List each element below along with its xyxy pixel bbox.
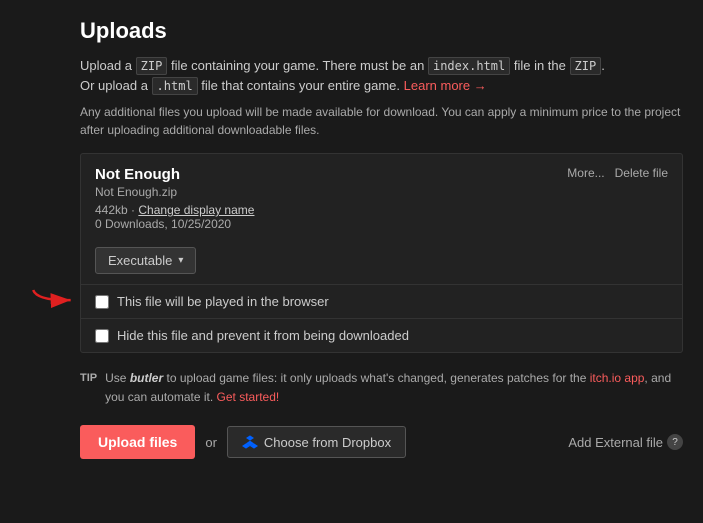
itch-app-link[interactable]: itch.io app (590, 371, 645, 385)
file-meta: 442kb · Change display name 0 Downloads,… (81, 199, 682, 241)
dropbox-label: Choose from Dropbox (264, 435, 391, 450)
desc-line1: Upload a ZIP file containing your game. … (80, 58, 605, 93)
or-text: or (205, 435, 217, 450)
tip-box: TIP Use butler to upload game files: it … (80, 369, 683, 407)
html-code: .html (152, 77, 198, 95)
chevron-down-icon: ▾ (178, 255, 183, 266)
page-title: Uploads (80, 18, 683, 44)
hide-file-row: Hide this file and prevent it from being… (81, 318, 682, 352)
upload-files-button[interactable]: Upload files (80, 425, 195, 459)
get-started-link[interactable]: Get started! (217, 390, 280, 404)
dropbox-button[interactable]: Choose from Dropbox (227, 426, 406, 458)
bottom-bar: Upload files or Choose from Dropbox Add … (80, 425, 683, 459)
file-info: Not Enough Not Enough.zip (95, 166, 180, 199)
zip-code-1: ZIP (136, 57, 168, 75)
tip-text: Use butler to upload game files: it only… (105, 369, 683, 407)
delete-file-link[interactable]: Delete file (615, 166, 668, 180)
additional-info-text: Any additional files you upload will be … (80, 103, 683, 139)
dropbox-icon (242, 434, 258, 450)
index-code: index.html (428, 57, 510, 75)
help-icon[interactable]: ? (667, 434, 683, 450)
browser-play-label: This file will be played in the browser (117, 294, 329, 309)
learn-more-link[interactable]: Learn more → (404, 78, 487, 93)
file-type-row: Executable ▾ (81, 241, 682, 284)
browser-play-row: This file will be played in the browser (81, 284, 682, 318)
butler-text: butler (130, 371, 163, 385)
file-action-links: More... Delete file (567, 166, 668, 180)
file-header: Not Enough Not Enough.zip More... Delete… (81, 154, 682, 199)
tip-label: TIP (80, 370, 97, 407)
hide-file-label: Hide this file and prevent it from being… (117, 328, 409, 343)
zip-code-2: ZIP (570, 57, 602, 75)
file-subtitle: Not Enough.zip (95, 185, 180, 199)
add-external-link[interactable]: Add External file (568, 435, 663, 450)
change-display-name-link[interactable]: Change display name (138, 203, 254, 217)
file-type-label: Executable (108, 253, 172, 268)
add-external-section: Add External file ? (568, 434, 683, 450)
browser-play-checkbox[interactable] (95, 295, 109, 309)
more-link[interactable]: More... (567, 166, 604, 180)
file-size: 442kb (95, 203, 128, 217)
file-box: Not Enough Not Enough.zip More... Delete… (80, 153, 683, 353)
file-title: Not Enough (95, 166, 180, 183)
hide-file-checkbox[interactable] (95, 329, 109, 343)
description-block: Upload a ZIP file containing your game. … (80, 56, 683, 95)
file-type-dropdown[interactable]: Executable ▾ (95, 247, 196, 274)
file-downloads: 0 Downloads, 10/25/2020 (95, 217, 231, 231)
